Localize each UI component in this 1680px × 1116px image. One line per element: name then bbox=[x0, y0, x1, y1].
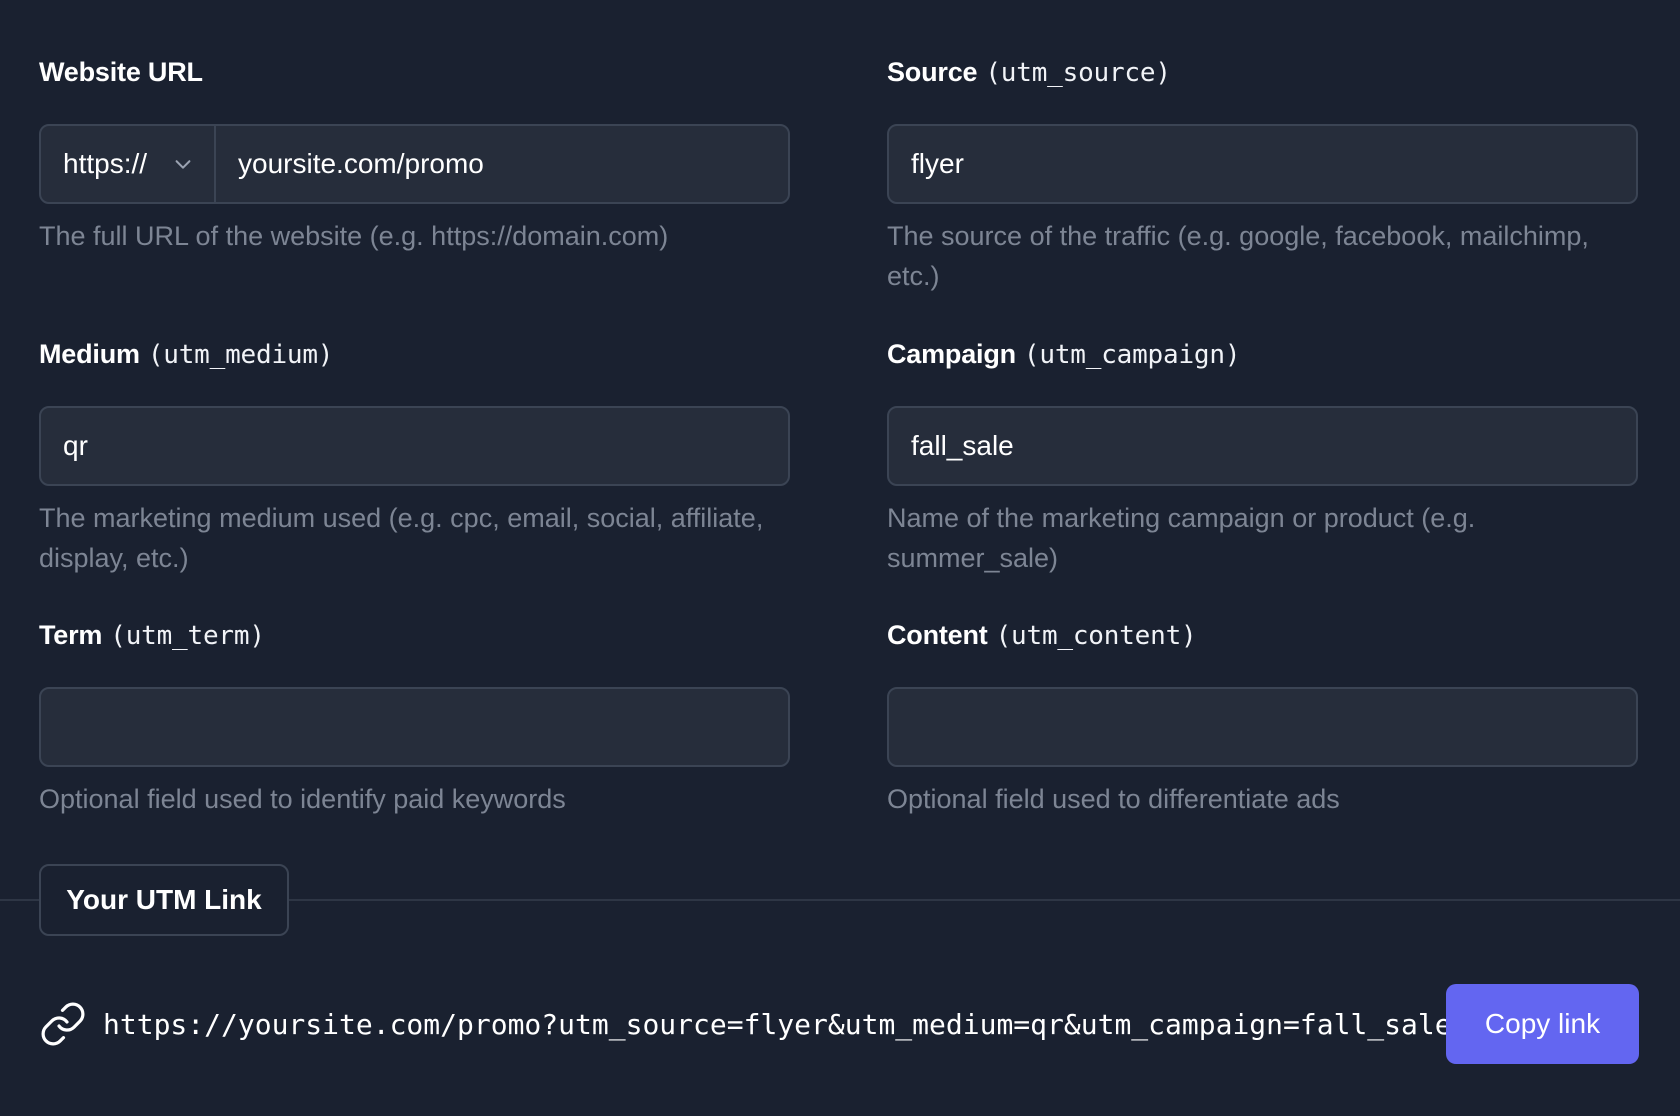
tab-your-utm-link[interactable]: Your UTM Link bbox=[39, 864, 289, 936]
website-url-label-text: Website URL bbox=[39, 57, 203, 87]
content-input[interactable] bbox=[889, 689, 1636, 765]
campaign-input-group bbox=[887, 406, 1638, 486]
source-hint: The source of the traffic (e.g. google, … bbox=[887, 221, 1589, 291]
term-param: (utm_term) bbox=[110, 621, 265, 651]
campaign-hint: Name of the marketing campaign or produc… bbox=[887, 503, 1476, 573]
medium-param: (utm_medium) bbox=[147, 340, 334, 370]
medium-input-group bbox=[39, 406, 790, 486]
content-param: (utm_content) bbox=[995, 621, 1197, 651]
term-field: Term (utm_term) Optional field used to id… bbox=[39, 615, 790, 819]
source-param: (utm_source) bbox=[985, 58, 1171, 88]
source-input[interactable] bbox=[889, 126, 1636, 202]
content-field: Content (utm_content) Optional field used… bbox=[887, 615, 1638, 819]
content-hint: Optional field used to differentiate ads bbox=[887, 784, 1340, 814]
source-field: Source(utm_source) The source of the tra… bbox=[887, 52, 1638, 296]
source-input-group bbox=[887, 124, 1638, 204]
website-url-field: Website URL https:// The full URL of the… bbox=[39, 52, 790, 256]
protocol-select[interactable]: https:// bbox=[41, 126, 216, 202]
term-input-group bbox=[39, 687, 790, 767]
website-url-input[interactable] bbox=[216, 126, 788, 202]
copy-link-button[interactable]: Copy link bbox=[1446, 984, 1639, 1064]
link-icon bbox=[41, 1002, 85, 1046]
term-label: Term (utm_term) bbox=[39, 615, 790, 655]
source-label-text: Source bbox=[887, 57, 978, 87]
term-input[interactable] bbox=[41, 689, 788, 765]
term-label-text: Term bbox=[39, 620, 103, 650]
campaign-label: Campaign (utm_campaign) bbox=[887, 334, 1638, 374]
protocol-select-value: https:// bbox=[63, 148, 148, 179]
term-hint: Optional field used to identify paid key… bbox=[39, 784, 566, 814]
chevron-down-icon bbox=[175, 160, 191, 169]
campaign-input[interactable] bbox=[889, 408, 1636, 484]
campaign-param: (utm_campaign) bbox=[1023, 340, 1241, 370]
tab-your-utm-link-label: Your UTM Link bbox=[66, 884, 262, 915]
campaign-field: Campaign(utm_campaign) Name of the marke… bbox=[887, 334, 1638, 578]
utm-link-result: https://yoursite.com/promo?utm_source=fl… bbox=[39, 984, 1639, 1064]
website-url-input-group: https:// bbox=[39, 124, 790, 204]
utm-builder: Website URL https:// The full URL of the… bbox=[0, 0, 1680, 1116]
medium-label: Medium (utm_medium) bbox=[39, 334, 790, 374]
medium-hint: The marketing medium used (e.g. cpc, ema… bbox=[39, 503, 764, 573]
utm-link-url[interactable]: https://yoursite.com/promo?utm_source=fl… bbox=[103, 1008, 1639, 1041]
medium-input[interactable] bbox=[41, 408, 788, 484]
content-label-text: Content bbox=[887, 620, 988, 650]
source-label: Source (utm_source) bbox=[887, 52, 1638, 92]
website-url-label: Website URL bbox=[39, 52, 790, 92]
medium-field: Medium(utm_medium) The marketing medium … bbox=[39, 334, 790, 578]
content-input-group bbox=[887, 687, 1638, 767]
medium-label-text: Medium bbox=[39, 339, 140, 369]
website-url-hint: The full URL of the website (e.g. https:… bbox=[39, 221, 669, 251]
campaign-label-text: Campaign bbox=[887, 339, 1016, 369]
content-label: Content (utm_content) bbox=[887, 615, 1638, 655]
